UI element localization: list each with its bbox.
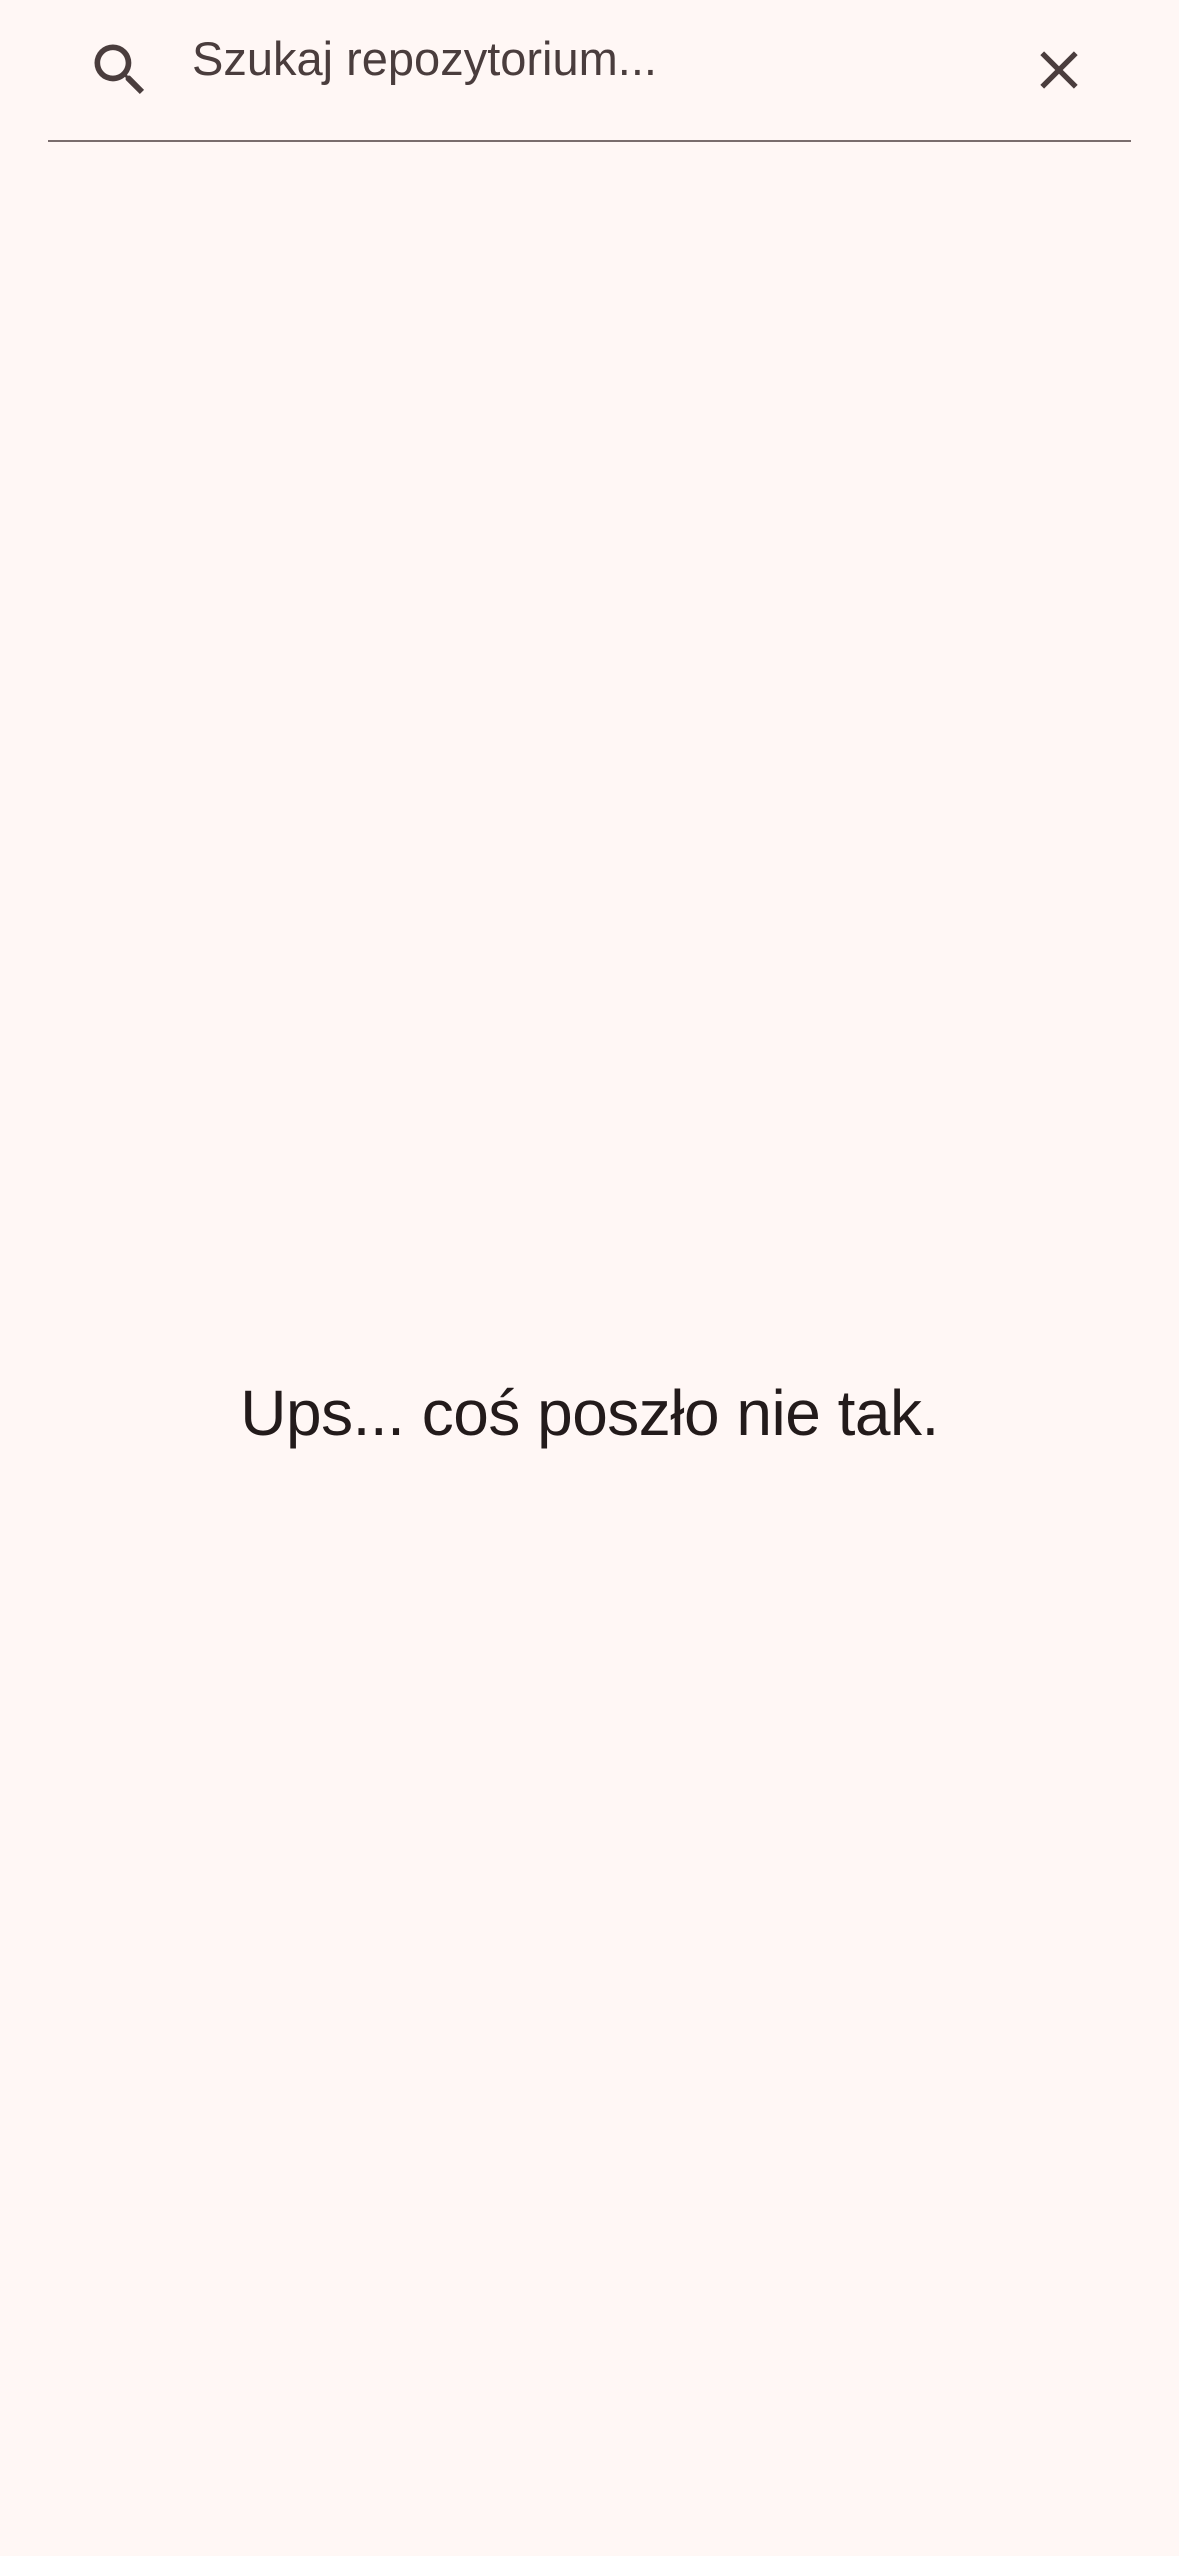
search-input[interactable] — [192, 18, 1012, 98]
search-icon[interactable] — [86, 36, 154, 104]
error-message: Ups... coś poszło nie tak. — [240, 1377, 939, 1449]
search-bar — [48, 0, 1131, 142]
close-icon[interactable] — [1027, 38, 1091, 102]
